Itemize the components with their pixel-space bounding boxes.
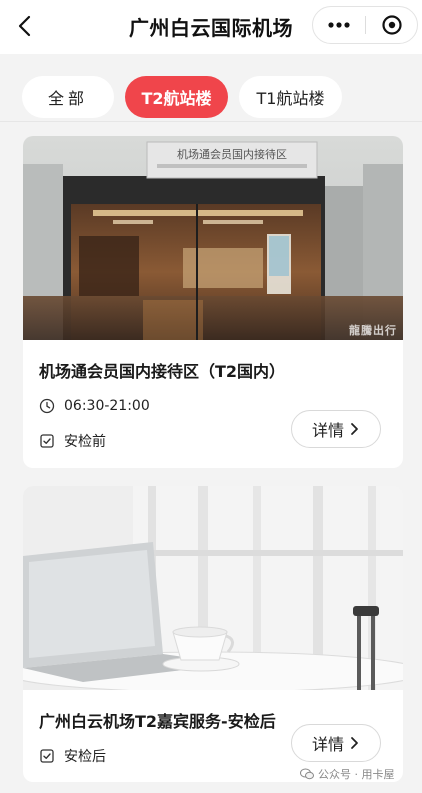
checkbox-icon [39, 433, 55, 449]
details-button[interactable]: 详情 [291, 724, 381, 762]
lounge-photo: 机场通会员国内接待区 龍騰出行 [23, 136, 403, 340]
security-text: 安检前 [64, 434, 106, 450]
svg-text:机场通会员国内接待区: 机场通会员国内接待区 [177, 147, 287, 161]
tab-t1-terminal[interactable]: T1航站楼 [239, 76, 342, 118]
details-button[interactable]: 详情 [291, 410, 381, 448]
security-location: 安检后 [39, 746, 106, 766]
lounge-card[interactable]: 广州白云机场T2嘉宾服务-安检后 安检后 详情 [23, 486, 403, 782]
terminal-tabs: 全部 T2航站楼 T1航站楼 [0, 54, 422, 120]
opening-hours: 06:30-21:00 [39, 398, 150, 414]
mini-program-capsule [312, 6, 418, 44]
hours-text: 06:30-21:00 [64, 398, 150, 414]
security-text: 安检后 [64, 749, 106, 765]
details-label: 详情 [311, 735, 344, 754]
wechat-icon [300, 768, 314, 780]
lounge-title: 机场通会员国内接待区（T2国内） [39, 362, 286, 381]
chevron-right-icon [351, 737, 358, 749]
close-icon[interactable] [366, 7, 418, 43]
tabs-divider [0, 121, 422, 122]
lounge-title: 广州白云机场T2嘉宾服务-安检后 [39, 712, 276, 731]
lounge-card[interactable]: 机场通会员国内接待区 龍騰出行 机场通会员国内接待区（T2国内） 06:30-2… [23, 136, 403, 468]
details-label: 详情 [311, 421, 344, 440]
tab-t2-terminal[interactable]: T2航站楼 [125, 76, 228, 118]
chevron-right-icon [351, 423, 358, 435]
security-location: 安检前 [39, 431, 106, 451]
tab-all[interactable]: 全部 [22, 76, 114, 118]
watermark-text: 公众号 · 用卡屋 [318, 768, 395, 781]
clock-icon [39, 398, 55, 414]
more-icon[interactable] [313, 7, 365, 43]
footer-watermark: 公众号 · 用卡屋 [300, 766, 395, 782]
nav-bar: 广州白云国际机场 [0, 0, 422, 54]
checkbox-icon [39, 748, 55, 764]
lounge-photo [23, 486, 403, 690]
image-watermark: 龍騰出行 [349, 324, 397, 337]
